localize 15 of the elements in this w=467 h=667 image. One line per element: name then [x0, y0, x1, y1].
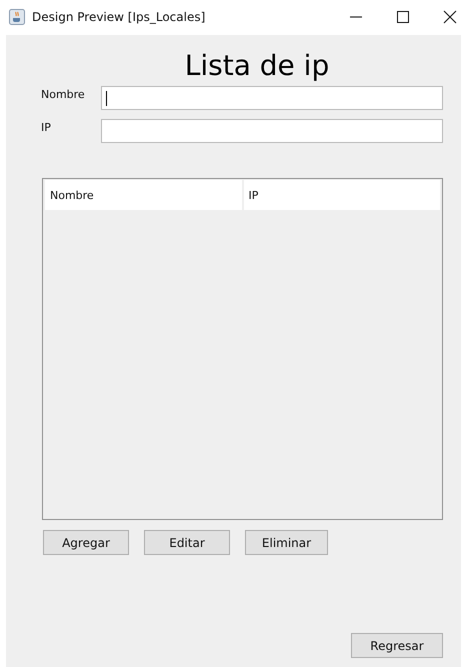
back-button[interactable]: Regresar [351, 633, 443, 658]
input-field[interactable] [101, 86, 443, 110]
field-label: Nombre [41, 88, 86, 100]
action-button[interactable]: Eliminar [245, 530, 328, 555]
field-label: IP [41, 120, 52, 134]
cup-icon [9, 8, 25, 24]
maximize-icon[interactable] [396, 10, 410, 24]
action-button[interactable]: Agregar [43, 530, 129, 555]
column-header[interactable]: IP [244, 180, 440, 210]
close-icon[interactable] [443, 10, 457, 24]
column-header[interactable]: Nombre [45, 180, 242, 210]
input-field[interactable] [101, 119, 443, 143]
page-heading: Lista de ip [184, 49, 330, 82]
action-button[interactable]: Editar [144, 530, 230, 555]
window-title: Design Preview [Ips_Locales] [32, 10, 206, 24]
